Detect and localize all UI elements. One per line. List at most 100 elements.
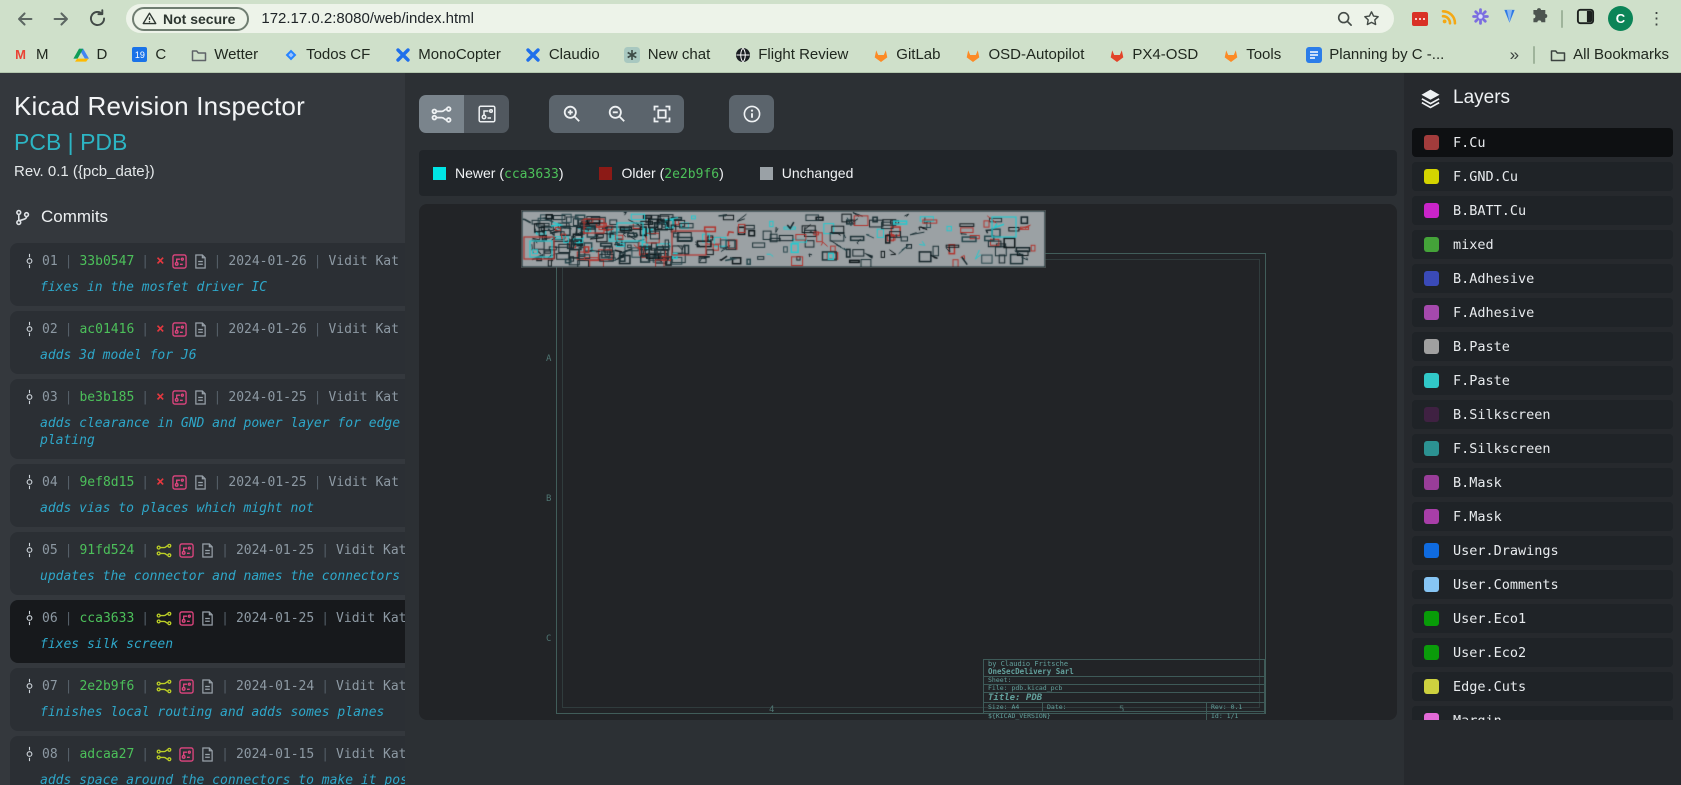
flower-extension-icon[interactable] — [1472, 8, 1489, 30]
profile-avatar[interactable]: C — [1608, 6, 1633, 31]
pcb-image-icon[interactable] — [179, 747, 194, 762]
layer-item[interactable]: F.Mask — [1412, 502, 1673, 531]
layer-item[interactable]: User.Eco1 — [1412, 604, 1673, 633]
bookmark-item[interactable]: Tools — [1222, 46, 1281, 63]
filter-extension-icon[interactable] — [1502, 8, 1517, 29]
layer-item[interactable]: B.BATT.Cu — [1412, 196, 1673, 225]
layer-item[interactable]: F.Paste — [1412, 366, 1673, 395]
browser-menu-icon[interactable]: ⋮ — [1646, 9, 1667, 29]
not-secure-chip[interactable]: Not secure — [132, 7, 249, 31]
layer-item[interactable]: User.Comments — [1412, 570, 1673, 599]
commit-item[interactable]: 05 | 91fd524 | | 2024-01-25 | Vidit Kat … — [10, 532, 405, 595]
side-panel-icon[interactable] — [1576, 7, 1595, 31]
pcb-image-icon[interactable] — [179, 679, 194, 694]
address-bar[interactable]: Not secure 172.17.0.2:8080/web/index.htm… — [126, 4, 1394, 33]
nav-link-pdb[interactable]: PDB — [80, 129, 127, 155]
bookmark-item[interactable]: Planning by C -... — [1305, 46, 1444, 63]
layer-item[interactable]: F.GND.Cu — [1412, 162, 1673, 191]
reload-button[interactable] — [82, 4, 112, 34]
bookmark-item[interactable]: New chat — [624, 46, 711, 63]
doc-icon[interactable] — [194, 254, 207, 269]
bookmark-item[interactable]: D — [73, 46, 108, 63]
commit-hash[interactable]: cca3633 — [79, 611, 134, 626]
layer-item[interactable]: B.Silkscreen — [1412, 400, 1673, 429]
pcb-board-render[interactable] — [522, 211, 1045, 267]
layer-item[interactable]: F.Adhesive — [1412, 298, 1673, 327]
layer-item[interactable]: F.Cu — [1412, 128, 1673, 157]
commit-hash[interactable]: 91fd524 — [79, 543, 134, 558]
nav-link-pcb[interactable]: PCB — [14, 129, 61, 155]
commit-item[interactable]: 01 | 33b0547 | × | 2024-01-26 | Vidit Ka… — [10, 243, 405, 306]
extensions-puzzle-icon[interactable] — [1530, 7, 1548, 30]
commit-hash[interactable]: be3b185 — [79, 390, 134, 405]
commit-item[interactable]: 04 | 9ef8d15 | × | 2024-01-25 | Vidit Ka… — [10, 464, 405, 527]
commit-hash[interactable]: 9ef8d15 — [79, 475, 134, 490]
doc-icon[interactable] — [201, 543, 214, 558]
doc-icon[interactable] — [194, 390, 207, 405]
zoom-out-button[interactable] — [594, 95, 639, 133]
back-button[interactable] — [10, 4, 40, 34]
lastpass-extension-icon[interactable] — [1412, 12, 1428, 26]
layer-item[interactable]: User.Drawings — [1412, 536, 1673, 565]
layer-name: User.Comments — [1453, 577, 1559, 593]
commit-hash[interactable]: 33b0547 — [79, 254, 134, 269]
forward-button[interactable] — [46, 4, 76, 34]
bookmark-item[interactable]: Todos CF — [282, 46, 370, 63]
commit-hash[interactable]: 2e2b9f6 — [79, 679, 134, 694]
bookmark-item[interactable]: MonoCopter — [394, 46, 501, 63]
zoom-in-button[interactable] — [549, 95, 594, 133]
pcb-image-icon[interactable] — [172, 475, 187, 490]
commit-item[interactable]: 08 | adcaa27 | | 2024-01-15 | Vidit Kat … — [10, 736, 405, 785]
url-text[interactable]: 172.17.0.2:8080/web/index.html — [261, 10, 1332, 27]
commit-date: 2024-01-26 — [228, 254, 306, 269]
pcb-image-icon[interactable] — [179, 543, 194, 558]
board-view-button[interactable] — [464, 95, 509, 133]
warning-icon — [142, 11, 157, 26]
commit-hash[interactable]: adcaa27 — [79, 747, 134, 762]
diff-view-button[interactable] — [419, 95, 464, 133]
layer-item[interactable]: B.Mask — [1412, 468, 1673, 497]
bookmark-item[interactable]: Claudio — [525, 46, 600, 63]
doc-icon[interactable] — [194, 475, 207, 490]
rss-extension-icon[interactable] — [1441, 7, 1459, 30]
commit-item[interactable]: 03 | be3b185 | × | 2024-01-25 | Vidit Ka… — [10, 379, 405, 459]
pcb-image-icon[interactable] — [172, 390, 187, 405]
layer-item[interactable]: F.Silkscreen — [1412, 434, 1673, 463]
layer-item[interactable]: Edge.Cuts — [1412, 672, 1673, 701]
bookmark-item[interactable]: Flight Review — [734, 46, 848, 63]
commit-item[interactable]: 07 | 2e2b9f6 | | 2024-01-24 | Vidit Kat … — [10, 668, 405, 731]
layer-item[interactable]: mixed — [1412, 230, 1673, 259]
commit-author: Vidit Kat — [336, 543, 405, 558]
toolbar-separator — [1561, 10, 1563, 28]
commit-item[interactable]: 02 | ac01416 | × | 2024-01-26 | Vidit Ka… — [10, 311, 405, 374]
bookmark-item[interactable]: PX4-OSD — [1108, 46, 1198, 63]
commit-item[interactable]: 06 | cca3633 | | 2024-01-25 | Vidit Kat … — [10, 600, 405, 663]
title-block-rev: Rev: 0.1 — [1206, 703, 1264, 711]
commit-node-icon — [24, 677, 35, 695]
doc-icon[interactable] — [201, 747, 214, 762]
pcb-canvas[interactable]: A B C 4 5 by Claudio Fritsche OneSecDeli… — [419, 204, 1397, 720]
bookmark-item[interactable]: 19 C — [131, 46, 166, 63]
bookmark-item[interactable]: M M — [12, 46, 49, 63]
layer-item[interactable]: B.Adhesive — [1412, 264, 1673, 293]
page-zoom-icon[interactable] — [1332, 6, 1358, 32]
bookmark-item[interactable]: OSD-Autopilot — [964, 46, 1084, 63]
bookmark-item[interactable]: GitLab — [872, 46, 940, 63]
bookmark-item[interactable]: Wetter — [190, 46, 258, 63]
layer-name: B.Mask — [1453, 475, 1502, 491]
layer-item[interactable]: User.Eco2 — [1412, 638, 1673, 667]
layer-item[interactable]: Margin — [1412, 706, 1673, 720]
pcb-image-icon[interactable] — [172, 254, 187, 269]
doc-icon[interactable] — [201, 611, 214, 626]
pcb-image-icon[interactable] — [172, 322, 187, 337]
commit-hash[interactable]: ac01416 — [79, 322, 134, 337]
layer-item[interactable]: B.Paste — [1412, 332, 1673, 361]
doc-icon[interactable] — [194, 322, 207, 337]
doc-icon[interactable] — [201, 679, 214, 694]
pcb-image-icon[interactable] — [179, 611, 194, 626]
info-button[interactable] — [729, 95, 774, 133]
zoom-fit-button[interactable] — [639, 95, 684, 133]
bookmarks-overflow-chevron[interactable]: » — [1510, 45, 1519, 65]
all-bookmarks-button[interactable]: All Bookmarks — [1549, 46, 1669, 63]
bookmark-star-icon[interactable] — [1358, 6, 1384, 32]
